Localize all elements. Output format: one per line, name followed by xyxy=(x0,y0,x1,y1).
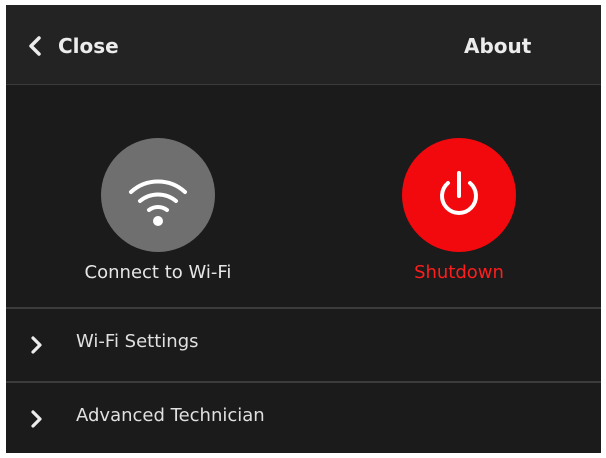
quick-actions: Connect to Wi-Fi Shutdown xyxy=(6,85,601,305)
menu-item-label: Wi-Fi Settings xyxy=(76,331,199,352)
shutdown-button[interactable]: Shutdown xyxy=(339,85,579,305)
chevron-right-icon xyxy=(30,336,42,354)
menu-item-label: Advanced Technician xyxy=(76,405,265,426)
header-bar: Close About xyxy=(6,5,601,85)
wifi-icon xyxy=(101,138,215,252)
power-icon xyxy=(402,138,516,252)
chevron-right-icon xyxy=(30,410,42,428)
about-button[interactable]: About xyxy=(464,25,531,67)
connect-wifi-label: Connect to Wi-Fi xyxy=(84,262,232,283)
menu-item-wifi-settings[interactable]: Wi-Fi Settings xyxy=(6,307,601,379)
settings-panel: Close About Connect to Wi-Fi Shutdown Wi… xyxy=(6,5,601,453)
shutdown-label: Shutdown xyxy=(414,262,504,283)
menu-item-advanced-technician[interactable]: Advanced Technician xyxy=(6,381,601,453)
chevron-left-icon xyxy=(28,36,42,56)
close-button[interactable]: Close xyxy=(28,25,119,67)
close-label: Close xyxy=(58,34,119,58)
connect-wifi-button[interactable]: Connect to Wi-Fi xyxy=(38,85,278,305)
